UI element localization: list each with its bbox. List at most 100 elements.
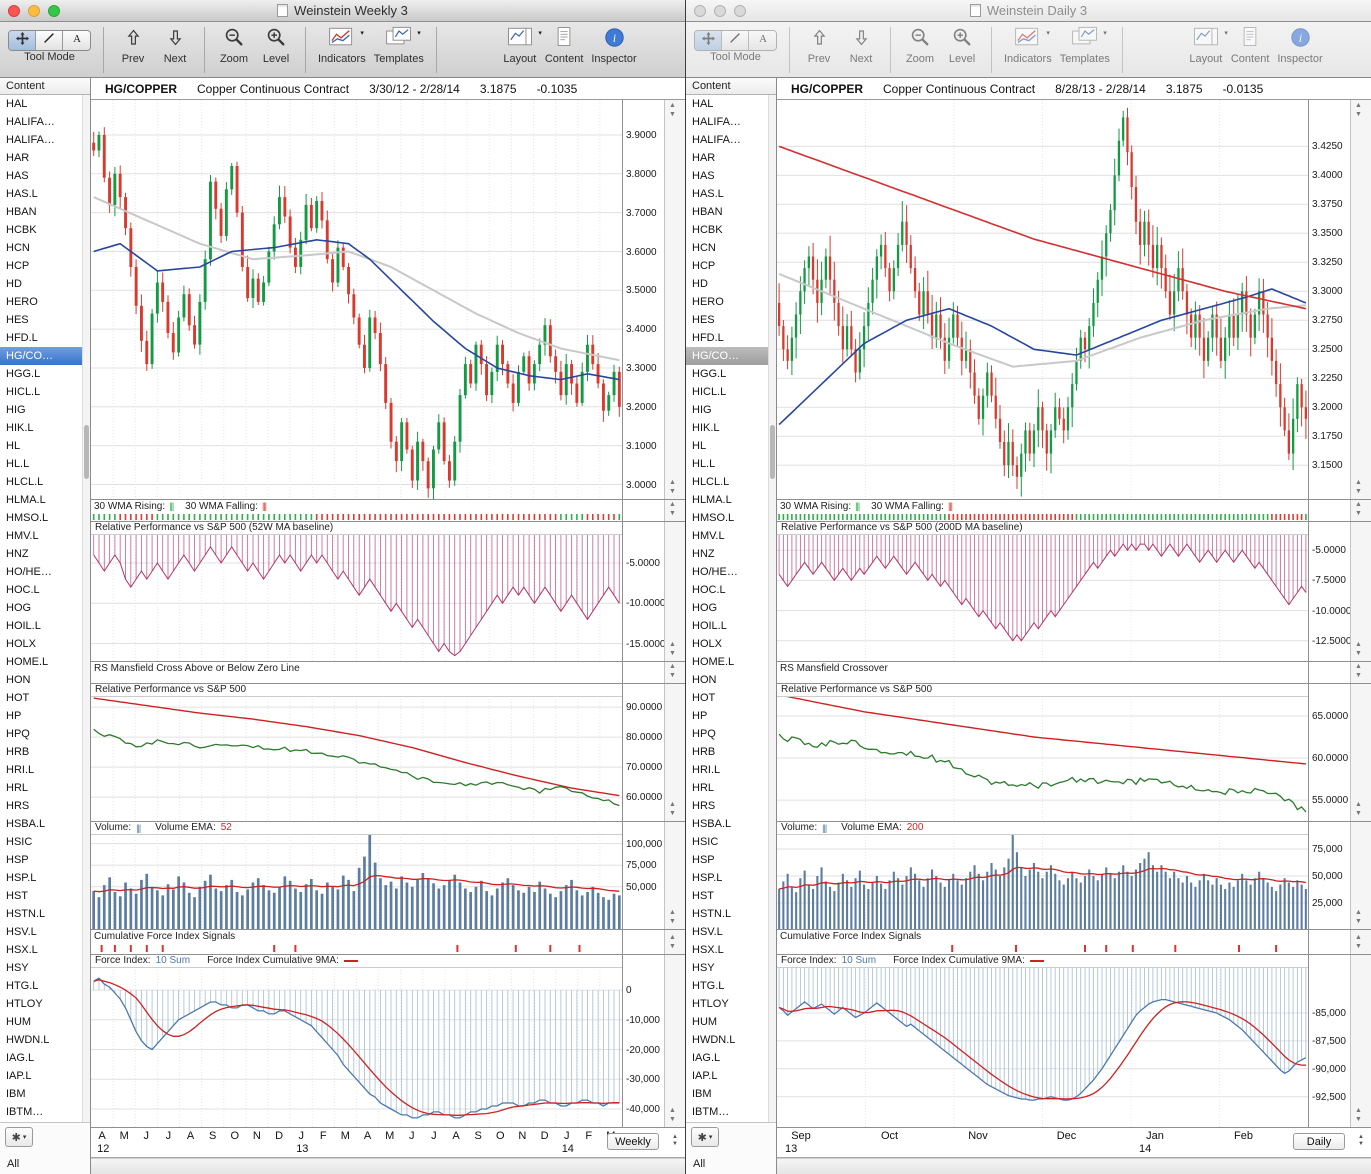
main-chart[interactable]: [777, 100, 1308, 500]
zoom-button[interactable]: [734, 5, 746, 17]
titlebar[interactable]: Weinstein Weekly 3: [0, 0, 685, 22]
ticker-item[interactable]: HG/CO…: [0, 347, 90, 365]
rp2-chart[interactable]: [91, 684, 622, 822]
scroll-down-arrow[interactable]: ▼: [669, 111, 676, 119]
prev-button[interactable]: Prev: [116, 26, 150, 65]
ticker-item[interactable]: HSP.L: [0, 869, 90, 887]
ticker-item[interactable]: IBM: [686, 1085, 776, 1103]
ticker-item[interactable]: HTG.L: [686, 977, 776, 995]
templates-button[interactable]: ▾Templates: [1060, 26, 1110, 65]
line-tool-button[interactable]: [722, 31, 749, 50]
panel-scrollbar[interactable]: ▲▼: [664, 500, 685, 521]
ticker-item[interactable]: HOLX: [0, 635, 90, 653]
ticker-item[interactable]: HIG: [0, 401, 90, 419]
scroll-up-arrow[interactable]: ▲: [669, 501, 676, 509]
ticker-item[interactable]: HRS: [0, 797, 90, 815]
ticker-item[interactable]: HD: [686, 275, 776, 293]
ticker-item[interactable]: HRI.L: [686, 761, 776, 779]
ticker-item[interactable]: HD: [0, 275, 90, 293]
ticker-item[interactable]: HLMA.L: [686, 491, 776, 509]
ticker-item[interactable]: HSY: [0, 959, 90, 977]
panel-scrollbar[interactable]: ▲▼▲▼: [664, 100, 685, 499]
ticker-item[interactable]: HOG: [686, 599, 776, 617]
panel-scrollbar[interactable]: ▲▼: [1350, 955, 1371, 1127]
ticker-item[interactable]: HSX.L: [0, 941, 90, 959]
scroll-up-arrow[interactable]: ▲: [669, 479, 676, 487]
ticker-item[interactable]: HSTN.L: [686, 905, 776, 923]
scroll-up-arrow[interactable]: ▲: [669, 1107, 676, 1115]
panel-scrollbar[interactable]: ▲▼: [664, 522, 685, 661]
ticker-item[interactable]: HON: [686, 671, 776, 689]
ticker-item[interactable]: HOT: [686, 689, 776, 707]
ticker-item[interactable]: HSIC: [0, 833, 90, 851]
scroll-up-arrow[interactable]: ▲: [1355, 102, 1362, 110]
scroll-up-arrow[interactable]: ▲: [1355, 1107, 1362, 1115]
ticker-item[interactable]: HOLX: [686, 635, 776, 653]
ticker-item[interactable]: HTLOY: [0, 995, 90, 1013]
ticker-item[interactable]: HP: [686, 707, 776, 725]
scroll-down-arrow[interactable]: ▼: [669, 918, 676, 926]
scroll-down-arrow[interactable]: ▼: [669, 488, 676, 496]
ticker-item[interactable]: HRL: [0, 779, 90, 797]
ticker-item[interactable]: HOIL.L: [0, 617, 90, 635]
ticker-item[interactable]: HCBK: [0, 221, 90, 239]
vol-chart[interactable]: [91, 822, 622, 930]
horizontal-scrollbar[interactable]: [91, 1158, 685, 1174]
ticker-item[interactable]: HIK.L: [0, 419, 90, 437]
ticker-item[interactable]: HIK.L: [686, 419, 776, 437]
inspector-button[interactable]: iInspector: [1277, 26, 1322, 65]
scroll-down-arrow[interactable]: ▼: [1355, 111, 1362, 119]
ticker-item[interactable]: HES: [686, 311, 776, 329]
ticker-item[interactable]: HST: [686, 887, 776, 905]
group-all-label[interactable]: All: [693, 1158, 705, 1170]
scroll-up-arrow[interactable]: ▲: [669, 663, 676, 671]
ticker-item[interactable]: HALIFA…: [686, 113, 776, 131]
ticker-item[interactable]: HLCL.L: [686, 473, 776, 491]
scroll-down-arrow[interactable]: ▼: [669, 1116, 676, 1124]
rp1-chart[interactable]: [91, 522, 622, 662]
panel-scrollbar[interactable]: ▲▼: [664, 955, 685, 1127]
ticker-item[interactable]: HLMA.L: [0, 491, 90, 509]
ticker-item[interactable]: HSBA.L: [686, 815, 776, 833]
ticker-item[interactable]: HCBK: [686, 221, 776, 239]
ticker-item[interactable]: HCN: [686, 239, 776, 257]
indicators-button[interactable]: ▾Indicators: [1004, 26, 1052, 65]
scroll-down-arrow[interactable]: ▼: [1355, 510, 1362, 518]
ticker-item[interactable]: HOG: [0, 599, 90, 617]
ticker-item[interactable]: HRS: [686, 797, 776, 815]
panel-scrollbar[interactable]: ▲▼: [664, 930, 685, 954]
ticker-item[interactable]: HAS: [686, 167, 776, 185]
ticker-item[interactable]: HOIL.L: [686, 617, 776, 635]
vol-chart[interactable]: [777, 822, 1308, 930]
templates-button[interactable]: ▾Templates: [374, 26, 424, 65]
layout-button[interactable]: ▾Layout: [1189, 26, 1223, 65]
ticker-item[interactable]: HGG.L: [686, 365, 776, 383]
ticker-item[interactable]: HBAN: [0, 203, 90, 221]
ticker-item[interactable]: HBAN: [686, 203, 776, 221]
next-button[interactable]: Next: [844, 26, 878, 65]
scroll-up-arrow[interactable]: ▲: [1355, 663, 1362, 671]
prev-button[interactable]: Prev: [802, 26, 836, 65]
scroll-up-arrow[interactable]: ▲: [1355, 801, 1362, 809]
ticker-item[interactable]: HNZ: [0, 545, 90, 563]
ticker-item[interactable]: HOME.L: [686, 653, 776, 671]
scroll-down-arrow[interactable]: ▼: [669, 510, 676, 518]
force-chart[interactable]: [777, 955, 1308, 1128]
ticker-item[interactable]: IBTM…: [0, 1103, 90, 1121]
ticker-item[interactable]: HSP: [686, 851, 776, 869]
ticker-item[interactable]: HALIFA…: [686, 131, 776, 149]
zoom-button[interactable]: [48, 5, 60, 17]
ticker-item[interactable]: HP: [0, 707, 90, 725]
panel-scrollbar[interactable]: ▲▼: [664, 684, 685, 821]
inspector-button[interactable]: iInspector: [591, 26, 636, 65]
scroll-up-arrow[interactable]: ▲: [669, 909, 676, 917]
ticker-item[interactable]: HSP: [0, 851, 90, 869]
scroll-up-arrow[interactable]: ▲: [669, 801, 676, 809]
next-button[interactable]: Next: [158, 26, 192, 65]
scroll-down-arrow[interactable]: ▼: [1355, 810, 1362, 818]
text-tool-button[interactable]: A: [749, 31, 776, 50]
action-menu-button[interactable]: ✱▾: [5, 1127, 33, 1147]
ticker-item[interactable]: HUM: [686, 1013, 776, 1031]
ticker-item[interactable]: HRB: [686, 743, 776, 761]
force-chart[interactable]: [91, 955, 622, 1128]
